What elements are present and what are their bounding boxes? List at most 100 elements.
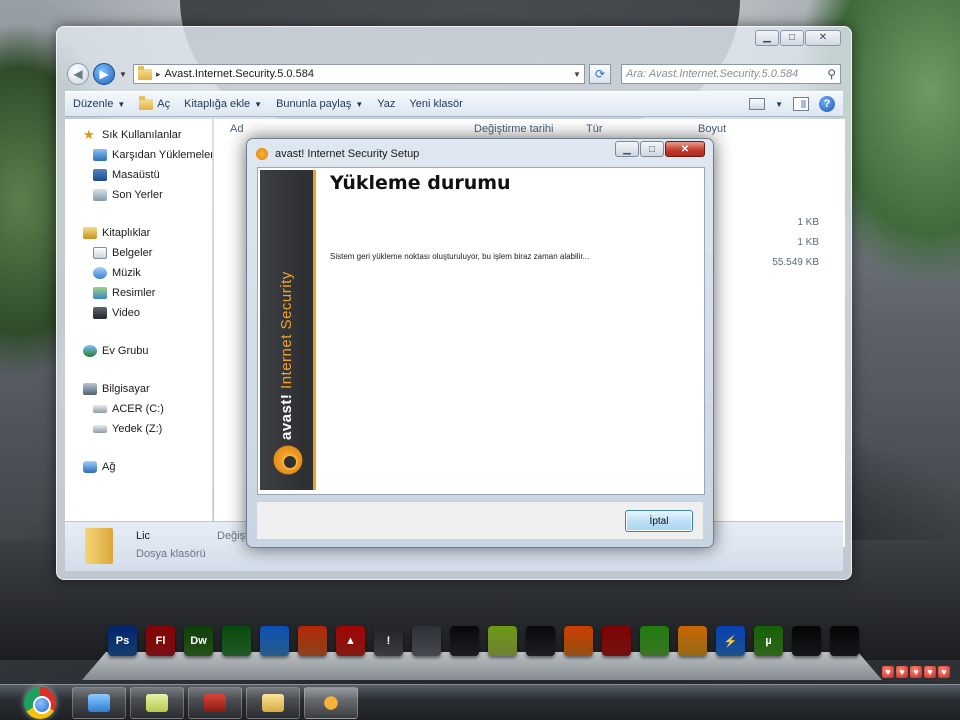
- back-button[interactable]: ◀: [67, 63, 89, 85]
- equalizer-icon[interactable]: [412, 626, 441, 656]
- command-bar: Düzenle ▼ Aç Kitaplığa ekle ▼ Bununla payl…: [65, 91, 843, 117]
- taskbar-media-app-button[interactable]: [188, 687, 242, 719]
- tray-icon[interactable]: ♥: [882, 666, 894, 678]
- warning-icon[interactable]: !: [374, 626, 403, 656]
- nav-item-pictures[interactable]: Resimler: [65, 283, 212, 303]
- address-dropdown[interactable]: ▼: [570, 70, 584, 79]
- nav-item-music[interactable]: Müzik: [65, 263, 212, 283]
- column-date-modified[interactable]: Değiştirme tarihi: [474, 123, 553, 135]
- nav-item-drive-c[interactable]: ACER (C:): [65, 399, 212, 419]
- control-panel-icon: [88, 694, 110, 712]
- view-dropdown-icon[interactable]: ▼: [775, 100, 783, 109]
- details-item-name: Lic: [136, 530, 151, 542]
- refresh-icon: ⟳: [594, 67, 606, 81]
- cpu-meter-icon[interactable]: [792, 626, 821, 656]
- banner-text: avast! Internet Security: [278, 271, 295, 440]
- status-message: Sistem geri yükleme noktası oluşturuluyo…: [330, 252, 590, 261]
- burn-button[interactable]: Yaz: [377, 98, 409, 110]
- nav-item-desktop[interactable]: Masaüstü: [65, 165, 212, 185]
- powerpoint-icon[interactable]: [298, 626, 327, 656]
- dock-tray: ♥ ♥ ♥ ♥ ♥: [882, 666, 950, 678]
- vlc-icon[interactable]: [564, 626, 593, 656]
- globe-icon[interactable]: [640, 626, 669, 656]
- forward-button[interactable]: ▶: [93, 63, 115, 85]
- column-type[interactable]: Tür: [586, 123, 603, 135]
- nav-item-downloads[interactable]: Karşıdan Yüklemeler: [65, 145, 212, 165]
- tray-icon[interactable]: ♥: [896, 666, 908, 678]
- flash-icon[interactable]: Fl: [146, 626, 175, 656]
- search-input[interactable]: Ara: Avast.Internet.Security.5.0.584 ⚲: [621, 64, 841, 84]
- nav-item-documents[interactable]: Belgeler: [65, 243, 212, 263]
- star-icon: ★: [83, 127, 95, 142]
- shield-icon[interactable]: [678, 626, 707, 656]
- photoshop-icon[interactable]: Ps: [108, 626, 137, 656]
- taskbar-explorer-button[interactable]: [246, 687, 300, 719]
- excel-icon[interactable]: [222, 626, 251, 656]
- nav-label: ACER (C:): [112, 403, 164, 415]
- maximize-button[interactable]: □: [780, 30, 804, 46]
- upload-arrow-icon[interactable]: ▲: [336, 626, 365, 656]
- tray-icon[interactable]: ♥: [938, 666, 950, 678]
- terminal-icon[interactable]: [450, 626, 479, 656]
- nav-item-drive-z[interactable]: Yedek (Z:): [65, 419, 212, 439]
- help-icon[interactable]: ?: [819, 96, 835, 112]
- nav-item-videos[interactable]: Video: [65, 303, 212, 323]
- desktop-icon: [93, 169, 107, 181]
- net-meter-icon[interactable]: [830, 626, 859, 656]
- column-name[interactable]: Ad: [230, 123, 243, 135]
- avast-icon: [320, 694, 342, 712]
- nav-network[interactable]: Ağ: [65, 457, 212, 477]
- cancel-button[interactable]: İptal: [625, 510, 693, 532]
- media-app-icon: [204, 694, 226, 712]
- tool-icon[interactable]: [602, 626, 631, 656]
- close-button[interactable]: ✕: [805, 30, 841, 46]
- folder-icon: [85, 528, 113, 564]
- notes-icon[interactable]: [488, 626, 517, 656]
- taskbar-sticky-notes-button[interactable]: [130, 687, 184, 719]
- share-with-button[interactable]: Bununla paylaş ▼: [276, 98, 377, 110]
- breadcrumb-chevron-icon[interactable]: ▸: [156, 69, 161, 80]
- close-button[interactable]: ✕: [665, 141, 705, 157]
- forward-arrow-icon: ▶: [99, 67, 109, 81]
- dreamweaver-icon[interactable]: Dw: [184, 626, 213, 656]
- maximize-button[interactable]: □: [640, 141, 664, 157]
- nav-label: Müzik: [112, 267, 141, 279]
- taskbar-avast-button[interactable]: [304, 687, 358, 719]
- nav-libraries[interactable]: Kitaplıklar: [65, 223, 212, 243]
- column-size[interactable]: Boyut: [698, 123, 726, 135]
- nav-label: Kitaplıklar: [102, 227, 151, 239]
- tray-icon[interactable]: ♥: [910, 666, 922, 678]
- dialog-body: avast! Internet Security Yükleme durumu …: [257, 167, 705, 495]
- add-to-library-button[interactable]: Kitaplığa ekle ▼: [184, 98, 276, 110]
- lightning-icon[interactable]: ⚡: [716, 626, 745, 656]
- drive-icon: [93, 425, 107, 433]
- nav-favorites[interactable]: ★ Sık Kullanılanlar: [65, 125, 212, 145]
- address-bar[interactable]: ▸ Avast.Internet.Security.5.0.584 ▼: [133, 64, 585, 84]
- minimize-button[interactable]: ▁: [755, 30, 779, 46]
- new-folder-button[interactable]: Yeni klasör: [409, 98, 476, 110]
- dialog-title-bar[interactable]: avast! Internet Security Setup: [255, 145, 613, 163]
- organize-button[interactable]: Düzenle ▼: [73, 98, 139, 110]
- taskbar-control-panel-button[interactable]: [72, 687, 126, 719]
- chrome-start-button[interactable]: [24, 687, 56, 719]
- picture-viewer-icon[interactable]: [260, 626, 289, 656]
- dialog-title: avast! Internet Security Setup: [275, 148, 420, 160]
- nav-item-recent-places[interactable]: Son Yerler: [65, 185, 212, 205]
- nav-label: Son Yerler: [112, 189, 163, 201]
- preview-pane-icon[interactable]: [793, 97, 809, 111]
- breadcrumb-current[interactable]: Avast.Internet.Security.5.0.584: [165, 68, 566, 80]
- nav-homegroup[interactable]: Ev Grubu: [65, 341, 212, 361]
- open-button[interactable]: Aç: [139, 95, 184, 110]
- view-options-icon[interactable]: [749, 98, 766, 110]
- file-size: 55.549 KB: [772, 257, 819, 268]
- tray-icon[interactable]: ♥: [924, 666, 936, 678]
- utorrent-icon[interactable]: µ: [754, 626, 783, 656]
- history-dropdown[interactable]: ▼: [119, 70, 127, 79]
- minimize-button[interactable]: ▁: [615, 141, 639, 157]
- nav-computer[interactable]: Bilgisayar: [65, 379, 212, 399]
- setup-dialog[interactable]: avast! Internet Security Setup ▁ □ ✕ ava…: [246, 138, 714, 548]
- nav-label: Masaüstü: [112, 169, 160, 181]
- search-icon[interactable]: ⚲: [827, 67, 836, 81]
- refresh-button[interactable]: ⟳: [589, 64, 611, 84]
- media-center-icon[interactable]: [526, 626, 555, 656]
